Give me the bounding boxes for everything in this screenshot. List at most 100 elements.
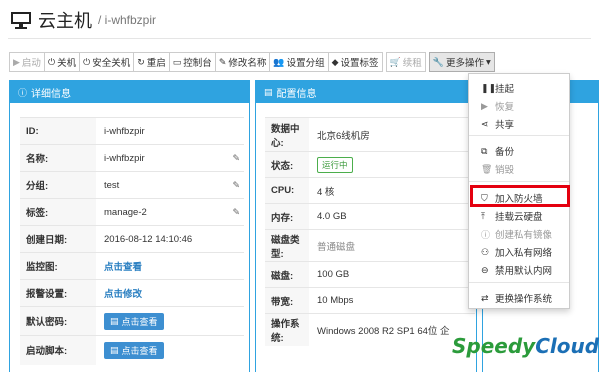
config-row: 操作系统: Windows 2008 R2 SP1 64位 企 bbox=[265, 313, 475, 346]
file-icon: ▤ bbox=[110, 344, 119, 355]
dropdown-item[interactable]: ⇄ 更换操作系统 bbox=[469, 289, 569, 307]
detail-value-cell: ▤ 点击查看 bbox=[96, 306, 244, 336]
config-value: 10 Mbps bbox=[317, 295, 354, 306]
detail-key: 分组: bbox=[20, 171, 96, 199]
instance-id-subtitle: / i-whfbzpir bbox=[98, 13, 157, 27]
dropdown-item: ⓘ 创建私有镜像 bbox=[469, 225, 569, 243]
detail-value-cell: 2016-08-12 14:10:46 bbox=[96, 225, 244, 253]
config-row: 数据中心: 北京6线机房 bbox=[265, 117, 475, 152]
config-value-cell: 运行中 bbox=[309, 151, 475, 178]
file-icon: ▤ bbox=[110, 315, 119, 326]
config-row: 磁盘类型: 普通磁盘 bbox=[265, 229, 475, 262]
desktop-icon: ▭ bbox=[172, 56, 182, 67]
exchange-icon: ⇄ bbox=[481, 292, 489, 303]
config-value: 4 核 bbox=[317, 186, 335, 198]
play-circle-icon: ▶ bbox=[481, 100, 488, 111]
config-value-cell: 4 核 bbox=[309, 177, 475, 204]
dropdown-item-label: 挂起 bbox=[495, 84, 515, 95]
toolbar-button-label: 安全关机 bbox=[92, 58, 131, 69]
dropdown-item-label: 禁用默认内网 bbox=[495, 266, 553, 277]
copy-icon: ⧉ bbox=[481, 145, 488, 156]
config-value-cell: 4.0 GB bbox=[309, 203, 475, 230]
tags-icon: ◆ bbox=[331, 56, 339, 67]
edit-icon: ✎ bbox=[218, 56, 227, 67]
config-value: 普通磁盘 bbox=[317, 241, 356, 253]
detail-link[interactable]: 点击修改 bbox=[104, 289, 142, 300]
config-value-cell: 普通磁盘 bbox=[309, 229, 475, 262]
dropdown-item[interactable]: ⊖ 禁用默认内网 bbox=[469, 261, 569, 279]
detail-value-cell: 点击查看 bbox=[96, 252, 244, 280]
detail-key: 报警设置: bbox=[20, 279, 96, 307]
view-button[interactable]: ▤ 点击查看 bbox=[104, 312, 164, 330]
info-icon: ⓘ bbox=[481, 229, 491, 240]
detail-key: 监控图: bbox=[20, 252, 96, 280]
toolbar-button-label: 设置分组 bbox=[286, 58, 325, 69]
detail-key: 默认密码: bbox=[20, 306, 96, 336]
dropdown-item-label: 备份 bbox=[495, 147, 515, 158]
config-key: 操作系统: bbox=[265, 313, 309, 346]
view-button[interactable]: ▤ 点击查看 bbox=[104, 341, 164, 359]
detail-row: 分组: test ✎ bbox=[20, 171, 244, 199]
detail-link[interactable]: 点击查看 bbox=[104, 262, 142, 273]
toolbar-button-3[interactable]: ↻ 重启 bbox=[133, 52, 170, 72]
trash-icon: 🗑 bbox=[481, 163, 493, 174]
dropdown-item-label: 共享 bbox=[495, 120, 515, 131]
toolbar-button-6[interactable]: 👥 设置分组 bbox=[269, 52, 329, 72]
toolbar-button-label: 重启 bbox=[146, 58, 166, 69]
dropdown-item[interactable]: ⋖ 共享 bbox=[469, 115, 569, 133]
toolbar-button-7[interactable]: ◆ 设置标签 bbox=[327, 52, 383, 72]
config-value-cell: 10 Mbps bbox=[309, 287, 475, 314]
config-key: 磁盘类型: bbox=[265, 229, 309, 262]
toolbar-button-8[interactable]: 🛒 续租 bbox=[385, 52, 426, 72]
dropdown-item[interactable]: ⧉ 备份 bbox=[469, 142, 569, 160]
config-row: 带宽: 10 Mbps bbox=[265, 287, 475, 314]
detail-value: i-whfbzpir bbox=[104, 125, 145, 137]
detail-value-cell: manage-2 ✎ bbox=[96, 198, 244, 226]
info-circle-icon: ⓘ bbox=[18, 87, 28, 98]
config-panel-header: ▤ 配置信息 bbox=[256, 81, 476, 103]
detail-key: 标签: bbox=[20, 198, 96, 226]
header-divider bbox=[8, 38, 591, 39]
dropdown-item[interactable]: ❚❚ 挂起 bbox=[469, 79, 569, 97]
toolbar-button-5[interactable]: ✎ 修改名称 bbox=[214, 52, 271, 72]
toolbar-button-9[interactable]: 🔧 更多操作 ▾ bbox=[428, 52, 495, 72]
detail-row: 默认密码: ▤ 点击查看 bbox=[20, 306, 244, 336]
config-value-cell: 100 GB bbox=[309, 261, 475, 288]
toolbar-button-label: 设置标签 bbox=[340, 58, 379, 69]
config-key: CPU: bbox=[265, 177, 309, 204]
config-value: 北京6线机房 bbox=[317, 130, 370, 142]
edit-icon[interactable]: ✎ bbox=[232, 180, 240, 191]
detail-value-cell: i-whfbzpir bbox=[96, 117, 244, 145]
view-button-label: 点击查看 bbox=[121, 345, 158, 356]
detail-row: 标签: manage-2 ✎ bbox=[20, 198, 244, 226]
dropdown-divider bbox=[469, 282, 569, 283]
toolbar-button-1[interactable]: ⏻ 关机 bbox=[43, 52, 81, 72]
detail-value-cell: i-whfbzpir ✎ bbox=[96, 144, 244, 172]
toolbar-button-0[interactable]: ▶ 启动 bbox=[9, 52, 45, 72]
detail-value-cell: ▤ 点击查看 bbox=[96, 335, 244, 365]
pause-icon: ❚❚ bbox=[481, 82, 497, 93]
edit-icon[interactable]: ✎ bbox=[232, 153, 240, 164]
config-key: 内存: bbox=[265, 203, 309, 230]
dropdown-item[interactable]: ⚇ 加入私有网络 bbox=[469, 243, 569, 261]
detail-value: test bbox=[104, 179, 120, 191]
toolbar-button-4[interactable]: ▭ 控制台 bbox=[168, 52, 216, 72]
highlight-box bbox=[470, 185, 570, 207]
detail-panel: ⓘ 详细信息 ID: i-whfbzpir 名称: i-whfbzpir ✎ 分组: tes… bbox=[9, 80, 250, 372]
detail-value: manage-2 bbox=[104, 206, 147, 218]
toolbar-button-2[interactable]: ⏻ 安全关机 bbox=[79, 52, 135, 72]
list-icon: ▤ bbox=[264, 86, 273, 97]
detail-value: i-whfbzpir bbox=[104, 152, 145, 164]
dropdown-item[interactable]: ⤒ 挂载云硬盘 bbox=[469, 207, 569, 225]
share-icon: ⋖ bbox=[481, 118, 489, 129]
upload-icon: ⤒ bbox=[481, 210, 485, 221]
edit-icon[interactable]: ✎ bbox=[232, 207, 240, 218]
detail-row: 报警设置: 点击修改 bbox=[20, 279, 244, 307]
detail-key: 名称: bbox=[20, 144, 96, 172]
config-key: 状态: bbox=[265, 151, 309, 178]
config-row: CPU: 4 核 bbox=[265, 177, 475, 204]
detail-key: 创建日期: bbox=[20, 225, 96, 253]
toolbar-button-label: 启动 bbox=[21, 58, 41, 69]
detail-panel-header: ⓘ 详细信息 bbox=[10, 81, 249, 103]
dropdown-item: 🗑 销毁 bbox=[469, 160, 569, 178]
